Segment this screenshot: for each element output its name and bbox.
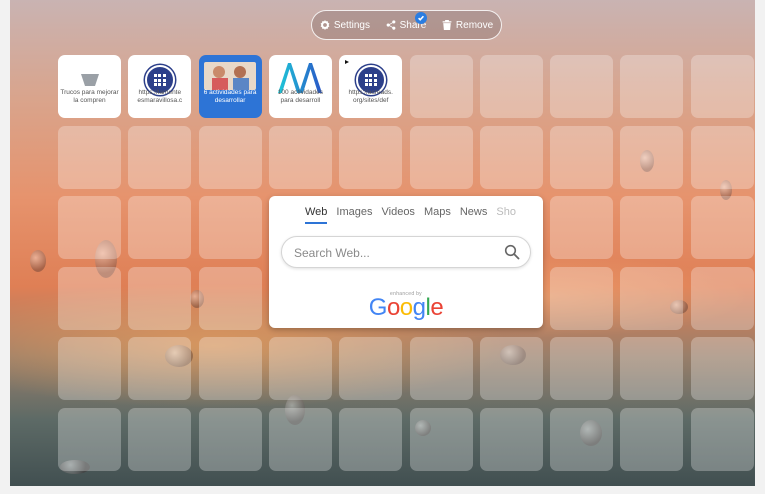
empty-tile[interactable] xyxy=(339,125,403,189)
empty-tile[interactable] xyxy=(198,407,262,471)
right-frame-edge xyxy=(755,0,765,494)
empty-tile[interactable] xyxy=(620,337,684,400)
empty-tile[interactable] xyxy=(58,266,121,330)
share-icon xyxy=(386,20,395,30)
speed-dial-tile-1[interactable]: https://lamente esmaravillosa.c xyxy=(128,55,192,118)
left-frame-edge xyxy=(0,0,10,494)
empty-tile[interactable] xyxy=(620,55,684,118)
remove-button[interactable]: Remove xyxy=(442,20,493,31)
google-logo: Google xyxy=(368,294,444,321)
empty-tile[interactable] xyxy=(198,125,262,189)
tab-shopping[interactable]: Sho xyxy=(496,206,516,224)
speed-dial-tile-2[interactable]: 6 actividades para desarrollar xyxy=(198,55,262,118)
empty-tile[interactable] xyxy=(690,196,754,259)
tile-label: https://acreads. org/sites/def xyxy=(348,89,393,104)
empty-tile[interactable] xyxy=(409,55,473,118)
empty-tile[interactable] xyxy=(550,337,614,400)
check-badge xyxy=(414,11,427,24)
empty-tile[interactable] xyxy=(690,337,754,400)
search-tabs: Web Images Videos Maps News Sho xyxy=(269,206,543,224)
empty-tile[interactable] xyxy=(550,266,614,330)
tab-videos[interactable]: Videos xyxy=(382,206,415,224)
empty-tile[interactable] xyxy=(550,407,614,471)
empty-tile[interactable] xyxy=(58,125,121,189)
empty-tile[interactable] xyxy=(58,196,121,259)
search-icon[interactable] xyxy=(504,244,520,260)
empty-tile[interactable] xyxy=(128,125,192,189)
empty-tile[interactable] xyxy=(339,337,403,400)
empty-tile[interactable] xyxy=(620,407,684,471)
empty-tile[interactable] xyxy=(550,196,614,259)
play-icon xyxy=(345,60,350,64)
share-button[interactable]: Share xyxy=(386,11,427,31)
empty-tile[interactable] xyxy=(690,55,754,118)
empty-tile[interactable] xyxy=(339,407,403,471)
search-card: Web Images Videos Maps News Sho enhanced… xyxy=(269,196,543,328)
empty-tile[interactable] xyxy=(268,407,332,471)
empty-tile[interactable] xyxy=(620,125,684,189)
empty-tile[interactable] xyxy=(268,125,332,189)
gear-icon xyxy=(320,20,330,30)
empty-tile[interactable] xyxy=(268,337,332,400)
checkmark-icon xyxy=(417,15,424,21)
settings-button[interactable]: Settings xyxy=(320,20,370,31)
tab-news[interactable]: News xyxy=(460,206,488,224)
empty-tile[interactable] xyxy=(128,266,192,330)
speed-dial-tile-3[interactable]: 100 actividades para desarroll xyxy=(268,55,332,118)
empty-tile[interactable] xyxy=(550,125,614,189)
search-input[interactable] xyxy=(292,242,496,264)
empty-tile[interactable] xyxy=(479,125,543,189)
speed-dial-tile-4[interactable]: https://acreads. org/sites/def xyxy=(339,55,403,118)
empty-tile[interactable] xyxy=(620,196,684,259)
empty-tile[interactable] xyxy=(620,266,684,330)
empty-tile[interactable] xyxy=(690,266,754,330)
tab-images[interactable]: Images xyxy=(336,206,372,224)
trash-icon xyxy=(442,20,452,30)
tile-label: Trucos para mejorar la compren xyxy=(60,89,119,104)
empty-tile[interactable] xyxy=(198,196,262,259)
speed-dial-tile-0[interactable]: Trucos para mejorar la compren xyxy=(58,55,121,118)
empty-tile[interactable] xyxy=(128,407,192,471)
empty-tile[interactable] xyxy=(550,55,614,118)
empty-tile[interactable] xyxy=(409,407,473,471)
tab-maps[interactable]: Maps xyxy=(424,206,451,224)
tab-web[interactable]: Web xyxy=(305,206,328,224)
top-toolbar: Settings Share Remove xyxy=(311,10,502,40)
search-box xyxy=(281,236,531,268)
empty-tile[interactable] xyxy=(198,266,262,330)
empty-tile[interactable] xyxy=(58,337,121,400)
empty-tile[interactable] xyxy=(198,337,262,400)
tile-label: 6 actividades para desarrollar xyxy=(203,89,257,104)
empty-tile[interactable] xyxy=(128,337,192,400)
tile-label: https://lamente esmaravillosa.c xyxy=(137,89,183,104)
rain-drop xyxy=(30,250,46,272)
empty-tile[interactable] xyxy=(479,337,543,400)
remove-label: Remove xyxy=(455,19,494,31)
empty-tile[interactable] xyxy=(128,196,192,259)
empty-tile[interactable] xyxy=(479,55,543,118)
empty-tile[interactable] xyxy=(409,337,473,400)
empty-tile[interactable] xyxy=(58,407,121,471)
settings-label: Settings xyxy=(333,19,370,31)
empty-tile[interactable] xyxy=(690,125,754,189)
bottom-frame-edge xyxy=(0,486,765,494)
tile-label: 100 actividades para desarroll xyxy=(277,89,323,104)
empty-tile[interactable] xyxy=(690,407,754,471)
empty-tile[interactable] xyxy=(479,407,543,471)
empty-tile[interactable] xyxy=(409,125,473,189)
